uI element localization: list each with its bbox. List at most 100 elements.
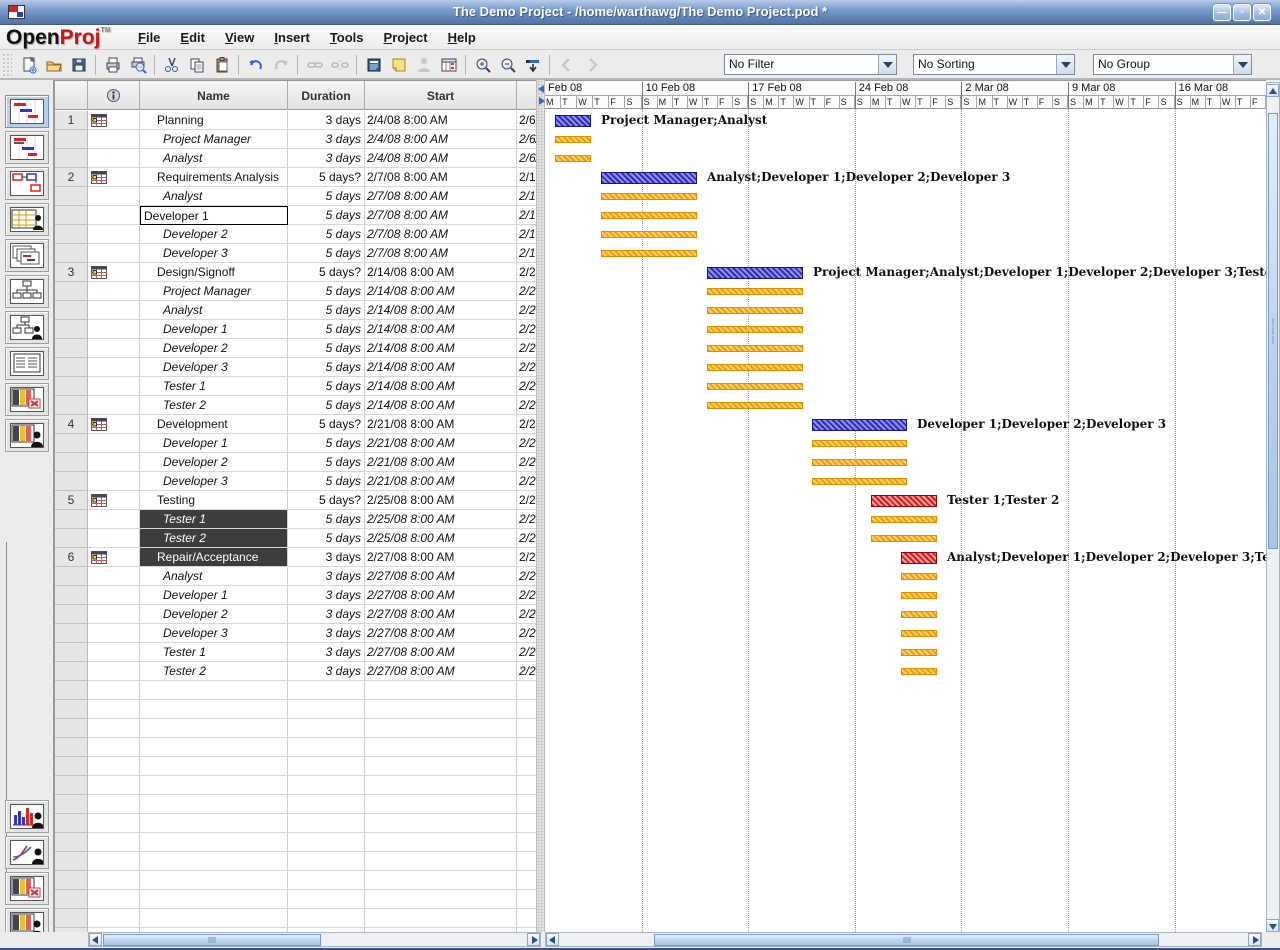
table-row[interactable]: Developer 35 days2/7/08 8:00 AM2/13/08 xyxy=(55,244,536,263)
assignment-bar[interactable] xyxy=(555,155,591,162)
finish-cell[interactable]: 2/29/08 xyxy=(517,510,536,529)
row-number[interactable] xyxy=(55,206,88,225)
minimize-button[interactable]: — xyxy=(1213,4,1231,21)
scroll-left-button[interactable] xyxy=(546,933,559,946)
table-row[interactable]: Analyst5 days2/7/08 8:00 AM2/13/08 xyxy=(55,187,536,206)
row-number[interactable]: 2 xyxy=(55,168,88,187)
undo-button[interactable] xyxy=(244,54,267,77)
task-name-cell[interactable]: Design/Signoff xyxy=(140,263,288,282)
start-cell[interactable]: 2/27/08 8:00 AM xyxy=(365,586,517,605)
print-preview-button[interactable] xyxy=(126,54,149,77)
table-row[interactable]: 1Planning3 days2/4/08 8:00 AM2/6/08 xyxy=(55,111,536,130)
finish-cell[interactable]: 2/13/08 xyxy=(517,168,536,187)
table-row[interactable]: Developer 25 days2/21/08 8:00 AM2/27/08 xyxy=(55,453,536,472)
assignment-bar[interactable] xyxy=(601,250,697,257)
task-name-cell[interactable]: Analyst xyxy=(140,149,288,168)
assignment-bar[interactable] xyxy=(707,345,803,352)
row-number[interactable]: 3 xyxy=(55,263,88,282)
finish-cell[interactable]: 2/20/08 xyxy=(517,358,536,377)
task-name-cell[interactable]: Project Manager xyxy=(140,282,288,301)
duration-cell[interactable]: 5 days xyxy=(288,377,365,396)
table-row[interactable]: Developer 15 days2/21/08 8:00 AM2/27/08 xyxy=(55,434,536,453)
view-histogram[interactable] xyxy=(5,800,49,833)
empty-table-row[interactable] xyxy=(55,757,536,776)
scroll-up-button[interactable] xyxy=(1266,84,1279,97)
view-report[interactable] xyxy=(5,347,49,380)
task-bar[interactable] xyxy=(707,267,803,279)
view-charts[interactable] xyxy=(5,836,49,869)
assignment-bar[interactable] xyxy=(812,440,907,447)
task-icon-cell[interactable] xyxy=(88,415,140,434)
save-button[interactable] xyxy=(67,54,90,77)
finish-cell[interactable]: 2/13/08 xyxy=(517,187,536,206)
finish-cell[interactable]: 2/20/08 xyxy=(517,377,536,396)
finish-cell[interactable]: 2/27/08 xyxy=(517,434,536,453)
duration-cell[interactable]: 3 days xyxy=(288,111,365,130)
open-folder-button[interactable] xyxy=(42,54,65,77)
task-icon-cell[interactable] xyxy=(88,225,140,244)
task-name-cell[interactable]: Developer 2 xyxy=(140,605,288,624)
empty-table-row[interactable] xyxy=(55,909,536,928)
task-icon-cell[interactable] xyxy=(88,111,140,130)
row-number[interactable]: 5 xyxy=(55,491,88,510)
task-icon-cell[interactable] xyxy=(88,301,140,320)
gantt-horizontal-scrollbar[interactable] xyxy=(545,932,1262,947)
task-information-button[interactable] xyxy=(437,54,460,77)
task-icon-cell[interactable] xyxy=(88,377,140,396)
row-number[interactable] xyxy=(55,529,88,548)
finish-cell[interactable]: 2/29/08 xyxy=(517,567,536,586)
table-row[interactable]: Project Manager5 days2/14/08 8:00 AM2/20… xyxy=(55,282,536,301)
finish-cell[interactable]: 2/6/08 xyxy=(517,111,536,130)
task-name-cell[interactable]: Analyst xyxy=(140,187,288,206)
duration-cell[interactable]: 3 days xyxy=(288,605,365,624)
table-row[interactable]: Developer 23 days2/27/08 8:00 AM2/29/08 xyxy=(55,605,536,624)
start-cell[interactable]: 2/14/08 8:00 AM xyxy=(365,301,517,320)
task-name-cell[interactable]: Analyst xyxy=(140,301,288,320)
assignment-bar[interactable] xyxy=(707,402,803,409)
start-cell[interactable]: 2/27/08 8:00 AM xyxy=(365,567,517,586)
duration-cell[interactable]: 5 days xyxy=(288,510,365,529)
assignment-bar[interactable] xyxy=(901,592,937,599)
row-number[interactable]: 6 xyxy=(55,548,88,567)
row-number[interactable] xyxy=(55,472,88,491)
task-icon-cell[interactable] xyxy=(88,491,140,510)
print-button[interactable] xyxy=(101,54,124,77)
task-icon-cell[interactable] xyxy=(88,643,140,662)
view-resource-sheet[interactable] xyxy=(5,203,49,236)
finish-cell[interactable]: 2/29/08 xyxy=(517,643,536,662)
task-icon-cell[interactable] xyxy=(88,529,140,548)
splitter-collapse-left-icon[interactable] xyxy=(538,85,544,93)
empty-table-row[interactable] xyxy=(55,719,536,738)
scroll-right-button[interactable] xyxy=(527,933,540,946)
task-icon-cell[interactable] xyxy=(88,149,140,168)
finish-cell[interactable]: 2/29/08 xyxy=(517,662,536,681)
toolbar-grip[interactable] xyxy=(2,53,12,77)
menu-edit[interactable]: Edit xyxy=(170,28,215,47)
empty-table-row[interactable] xyxy=(55,871,536,890)
row-number[interactable] xyxy=(55,643,88,662)
cut-button[interactable] xyxy=(160,54,183,77)
start-cell[interactable]: 2/14/08 8:00 AM xyxy=(365,320,517,339)
finish-cell[interactable]: 2/29/08 xyxy=(517,491,536,510)
menu-help[interactable]: Help xyxy=(438,28,486,47)
task-bar[interactable] xyxy=(812,419,907,431)
chevron-down-icon[interactable] xyxy=(878,55,896,74)
scroll-left-button[interactable] xyxy=(89,933,102,946)
start-cell[interactable]: 2/27/08 8:00 AM xyxy=(365,662,517,681)
table-row[interactable]: 5Testing5 days?2/25/08 8:00 AM2/29/08 xyxy=(55,491,536,510)
task-icon-cell[interactable] xyxy=(88,567,140,586)
assignment-bar[interactable] xyxy=(871,516,937,523)
duration-cell[interactable]: 3 days xyxy=(288,662,365,681)
start-cell[interactable]: 2/4/08 8:00 AM xyxy=(365,111,517,130)
duration-cell[interactable]: 5 days xyxy=(288,358,365,377)
assignment-bar[interactable] xyxy=(601,212,697,219)
start-cell[interactable]: 2/27/08 8:00 AM xyxy=(365,548,517,567)
menu-insert[interactable]: Insert xyxy=(264,28,319,47)
task-icon-cell[interactable] xyxy=(88,168,140,187)
table-row[interactable]: Tester 15 days2/14/08 8:00 AM2/20/08 xyxy=(55,377,536,396)
duration-cell[interactable]: 5 days xyxy=(288,472,365,491)
table-gantt-splitter[interactable] xyxy=(536,80,545,932)
task-name-cell[interactable]: Development xyxy=(140,415,288,434)
row-number[interactable] xyxy=(55,567,88,586)
new-document-button[interactable] xyxy=(17,54,40,77)
